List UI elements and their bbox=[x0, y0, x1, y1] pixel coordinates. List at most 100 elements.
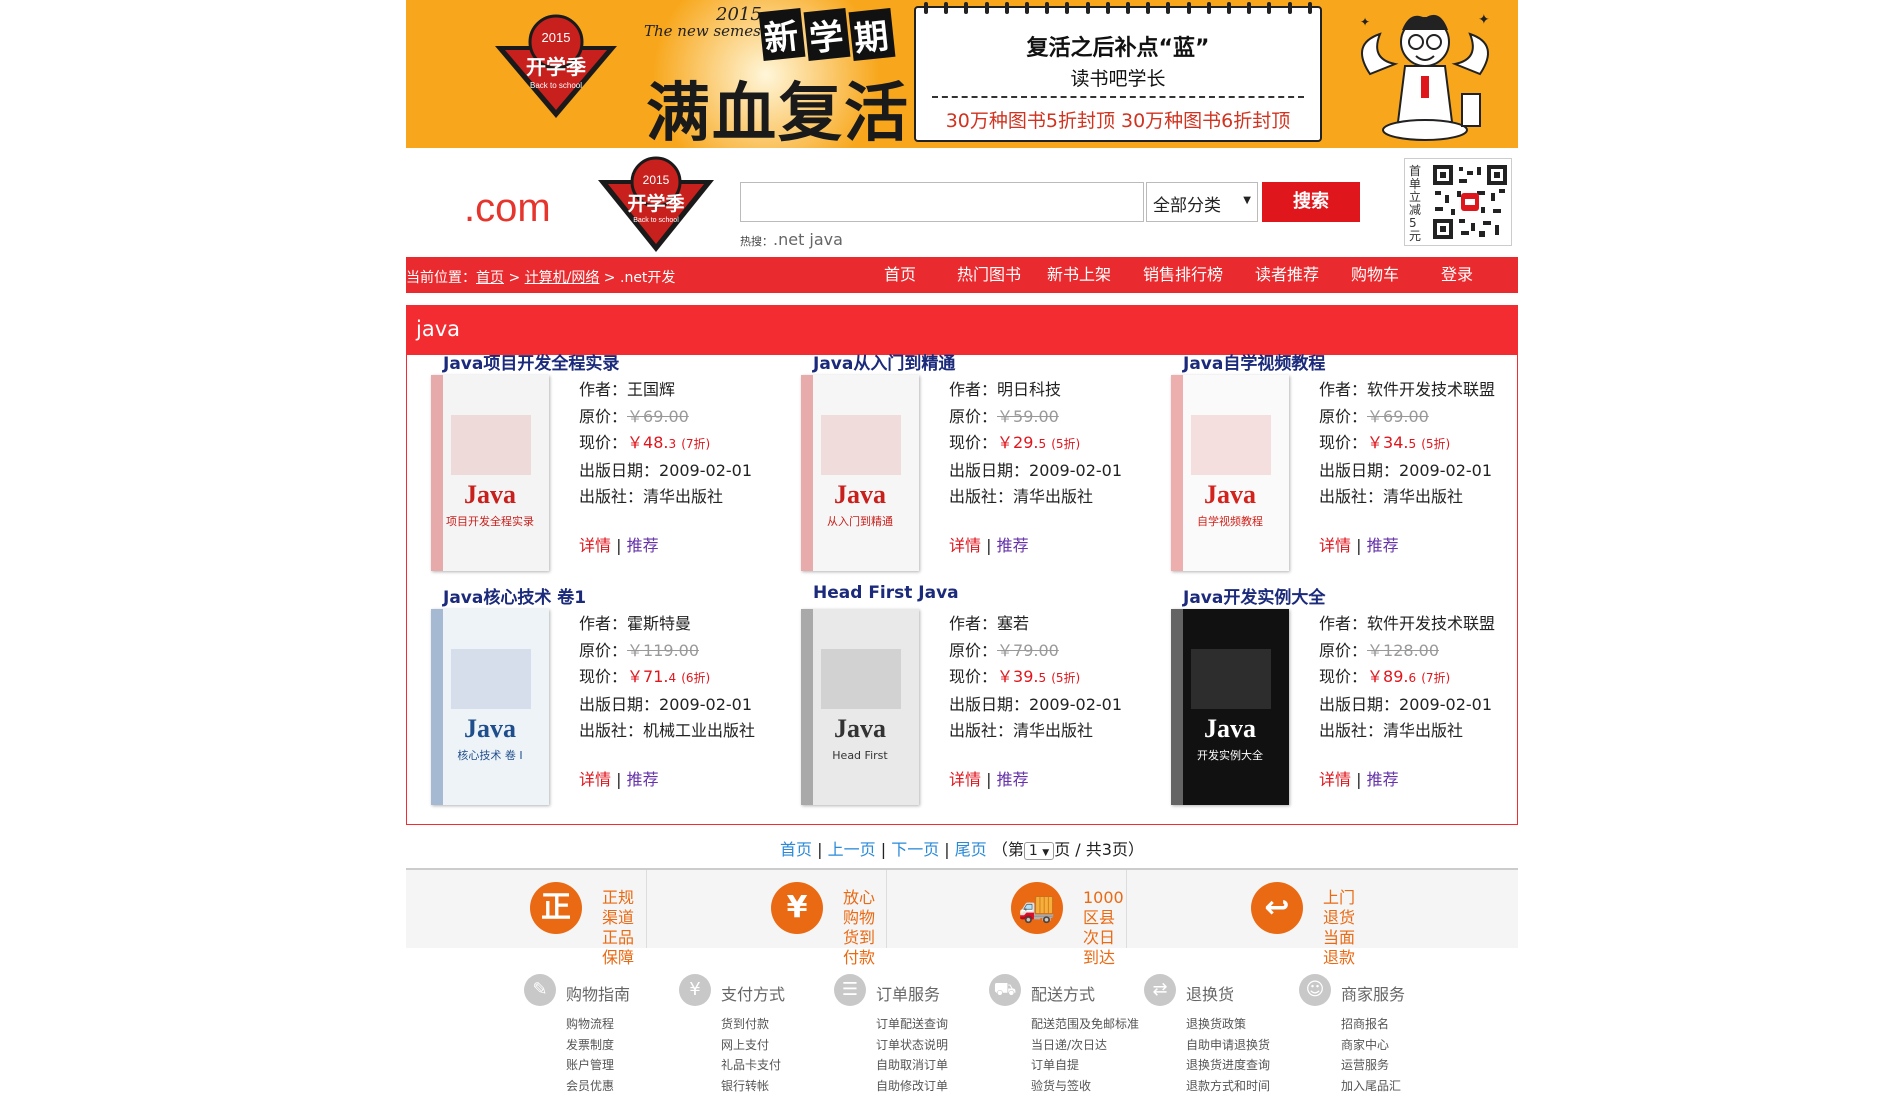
book-detail-link[interactable]: 详情 bbox=[1319, 770, 1351, 789]
site-logo-text[interactable]: .com bbox=[464, 186, 551, 231]
footer-link-list: 订单配送查询订单状态说明自助取消订单自助修改订单 bbox=[876, 1014, 948, 1096]
footer-heading-text: 支付方式 bbox=[721, 981, 785, 1005]
book-publisher: 出版社：清华出版社 bbox=[949, 718, 1122, 745]
pager-separator: | bbox=[939, 840, 955, 859]
footer-link[interactable]: 自助取消订单 bbox=[876, 1055, 948, 1076]
book-author: 作者：霍斯特曼 bbox=[579, 611, 755, 638]
dropdown-arrow-icon: ▼ bbox=[1243, 195, 1251, 206]
book-author: 作者：塞若 bbox=[949, 611, 1122, 638]
book-detail-link[interactable]: 详情 bbox=[949, 536, 981, 555]
footer-link[interactable]: 账户管理 bbox=[566, 1055, 614, 1076]
service-guarantees: 正正规渠道正品保障¥放心购物货到付款🚚1000区县次日到达↩上门退货当面退款 bbox=[406, 868, 1518, 948]
footer-link-list: 退换货政策自助申请退换货退换货进度查询退款方式和时间 bbox=[1186, 1014, 1270, 1096]
book-current-price: 现价：￥39.5 (5折) bbox=[949, 664, 1122, 692]
footer-heading-text: 退换货 bbox=[1186, 981, 1234, 1005]
book-info: 作者：霍斯特曼原价：￥119.00现价：￥71.4 (6折)出版日期：2009-… bbox=[579, 611, 755, 745]
footer-link[interactable]: 当日递/次日达 bbox=[1031, 1035, 1139, 1056]
book-cover-art: Java核心技术 卷 I bbox=[431, 609, 549, 805]
search-button[interactable]: 搜索 bbox=[1262, 182, 1360, 222]
book-original-price: 原价：￥79.00 bbox=[949, 638, 1122, 665]
pager-next-link[interactable]: 下一页 bbox=[891, 840, 939, 859]
category-select[interactable]: 全部分类▼ bbox=[1146, 182, 1258, 222]
book-cover-image[interactable]: Java从入门到精通 bbox=[801, 375, 919, 571]
pager-first-link[interactable]: 首页 bbox=[780, 840, 812, 859]
book-info: 作者：明日科技原价：￥59.00现价：￥29.5 (5折)出版日期：2009-0… bbox=[949, 377, 1122, 511]
book-title-link[interactable]: Java开发实例大全 bbox=[1183, 583, 1325, 608]
footer-link[interactable]: 自助申请退换货 bbox=[1186, 1035, 1270, 1056]
book-detail-link[interactable]: 详情 bbox=[579, 536, 611, 555]
nav-cart[interactable]: 购物车 bbox=[1332, 257, 1418, 293]
book-cover-image[interactable]: Java核心技术 卷 I bbox=[431, 609, 549, 805]
footer-link[interactable]: 商家中心 bbox=[1341, 1035, 1401, 1056]
notepad-rings bbox=[924, 2, 1312, 12]
book-title-link[interactable]: Java自学视频教程 bbox=[1183, 349, 1325, 374]
nav-home[interactable]: 首页 bbox=[856, 257, 944, 293]
footer-link[interactable]: 退换货政策 bbox=[1186, 1014, 1270, 1035]
book-card: Java开发实例大全Java开发实例大全作者：软件开发技术联盟原价：￥128.0… bbox=[1147, 581, 1507, 813]
footer-category-icon: ¥ bbox=[679, 974, 711, 1006]
footer-link[interactable]: 订单配送查询 bbox=[876, 1014, 948, 1035]
promo-banner[interactable]: 2015 开学季 Back to school 2015 The new sem… bbox=[406, 0, 1518, 148]
link-divider: | bbox=[981, 770, 997, 789]
book-cover-image[interactable]: Java项目开发全程实录 bbox=[431, 375, 549, 571]
book-detail-link[interactable]: 详情 bbox=[949, 770, 981, 789]
book-cover-image[interactable]: JavaHead First bbox=[801, 609, 919, 805]
book-info: 作者：软件开发技术联盟原价：￥128.00现价：￥89.6 (7折)出版日期：2… bbox=[1319, 611, 1495, 745]
book-recommend-link[interactable]: 推荐 bbox=[1367, 536, 1399, 555]
nav-new-books[interactable]: 新书上架 bbox=[1034, 257, 1124, 293]
footer-link[interactable]: 礼品卡支付 bbox=[721, 1055, 781, 1076]
nav-login[interactable]: 登录 bbox=[1418, 257, 1496, 293]
book-cover-art: JavaHead First bbox=[801, 609, 919, 805]
breadcrumb-home-link[interactable]: 首页 bbox=[476, 270, 504, 286]
book-title-link[interactable]: Java核心技术 卷1 bbox=[443, 583, 586, 608]
book-original-price: 原价：￥69.00 bbox=[579, 404, 752, 431]
search-input[interactable] bbox=[740, 182, 1144, 222]
footer-link[interactable]: 订单自提 bbox=[1031, 1055, 1139, 1076]
book-title-link[interactable]: Java从入门到精通 bbox=[813, 349, 955, 374]
hot-search-keywords[interactable]: .net java bbox=[773, 230, 843, 249]
book-recommend-link[interactable]: 推荐 bbox=[627, 770, 659, 789]
book-detail-link[interactable]: 详情 bbox=[579, 770, 611, 789]
guarantee-text: 上门退货当面退款 bbox=[1323, 888, 1365, 968]
notepad-offer: 30万种图书5折封顶 30万种图书6折封顶 bbox=[924, 106, 1312, 133]
footer-link[interactable]: 退换货进度查询 bbox=[1186, 1055, 1270, 1076]
app-qr-promo[interactable]: 首单立减5元 bbox=[1404, 158, 1512, 246]
book-cover-image[interactable]: Java开发实例大全 bbox=[1171, 609, 1289, 805]
book-title-link[interactable]: Java项目开发全程实录 bbox=[443, 349, 619, 374]
link-divider: | bbox=[1351, 770, 1367, 789]
nav-reader-picks[interactable]: 读者推荐 bbox=[1242, 257, 1332, 293]
book-recommend-link[interactable]: 推荐 bbox=[997, 536, 1029, 555]
book-recommend-link[interactable]: 推荐 bbox=[627, 536, 659, 555]
footer-link[interactable]: 招商报名 bbox=[1341, 1014, 1401, 1035]
notepad-subline: 读书吧学长 bbox=[916, 64, 1320, 91]
book-title-link[interactable]: Head First Java bbox=[813, 583, 959, 603]
breadcrumb-category-link[interactable]: 计算机/网络 bbox=[525, 270, 600, 286]
footer-link[interactable]: 运营服务 bbox=[1341, 1055, 1401, 1076]
footer-link[interactable]: 网上支付 bbox=[721, 1035, 781, 1056]
book-cover-image[interactable]: Java自学视频教程 bbox=[1171, 375, 1289, 571]
book-actions: 详情 | 推荐 bbox=[949, 532, 1029, 556]
book-info: 作者：软件开发技术联盟原价：￥69.00现价：￥34.5 (5折)出版日期：20… bbox=[1319, 377, 1495, 511]
nav-sales-ranking[interactable]: 销售排行榜 bbox=[1124, 257, 1242, 293]
guarantee-badge-icon: 🚚 bbox=[1011, 882, 1063, 934]
guarantee-item: 🚚1000区县次日到达 bbox=[886, 870, 1125, 948]
book-actions: 详情 | 推荐 bbox=[1319, 766, 1399, 790]
footer-link[interactable]: 配送范围及免邮标准 bbox=[1031, 1014, 1139, 1035]
footer-link-list: 货到付款网上支付礼品卡支付银行转帐 bbox=[721, 1014, 781, 1096]
footer-link[interactable]: 发票制度 bbox=[566, 1035, 614, 1056]
pager-last-link[interactable]: 尾页 bbox=[955, 840, 987, 859]
book-recommend-link[interactable]: 推荐 bbox=[1367, 770, 1399, 789]
cover-subtitle: 核心技术 卷 I bbox=[457, 748, 522, 762]
pager-prev-link[interactable]: 上一页 bbox=[828, 840, 876, 859]
book-recommend-link[interactable]: 推荐 bbox=[997, 770, 1029, 789]
footer-link[interactable]: 订单状态说明 bbox=[876, 1035, 948, 1056]
book-detail-link[interactable]: 详情 bbox=[1319, 536, 1351, 555]
footer-category-icon: ☰ bbox=[834, 974, 866, 1006]
results-title: java bbox=[416, 317, 460, 341]
footer-link[interactable]: 购物流程 bbox=[566, 1014, 614, 1035]
footer-link[interactable]: 货到付款 bbox=[721, 1014, 781, 1035]
page-select[interactable]: 1 ▼ bbox=[1024, 842, 1054, 860]
banner-new-semester: 新学期 bbox=[761, 10, 896, 59]
nav-hot-books[interactable]: 热门图书 bbox=[944, 257, 1034, 293]
hot-searches: 热搜：.net java bbox=[740, 230, 843, 249]
